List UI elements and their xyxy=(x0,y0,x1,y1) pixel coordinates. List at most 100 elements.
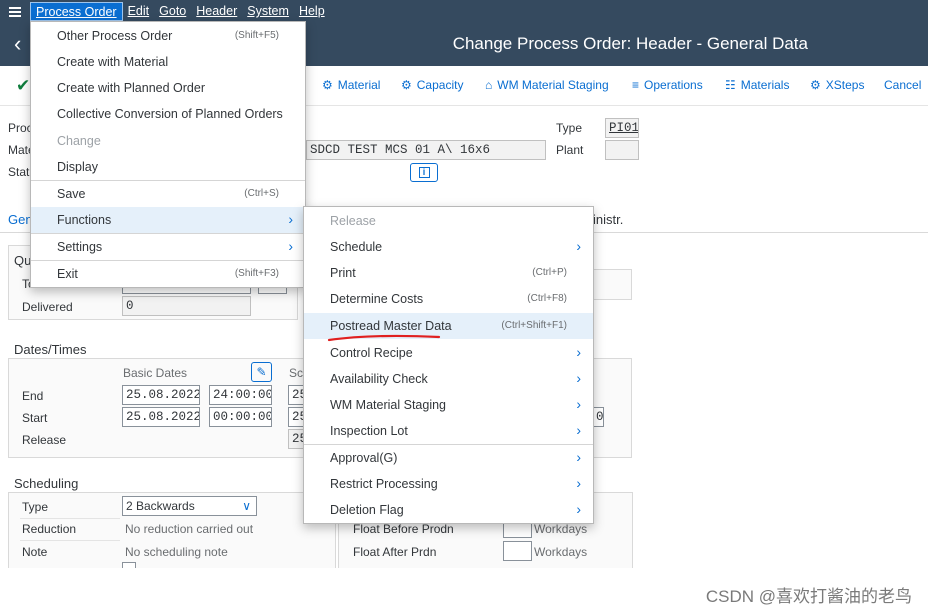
hamburger-menu-icon[interactable] xyxy=(0,0,30,23)
scheduling-type-label: Type xyxy=(22,500,49,514)
menu-help[interactable]: Help xyxy=(294,2,330,21)
menu-item-wm-material-staging[interactable]: WM Material Staging › xyxy=(304,392,593,418)
menu-item-shortcut: (Shift+F5) xyxy=(234,30,279,41)
end-date-field[interactable]: 25.08.2022 xyxy=(122,385,200,405)
float-before-workdays: Workdays xyxy=(534,522,588,536)
menu-item-inspection-lot[interactable]: Inspection Lot › xyxy=(304,418,593,444)
menu-item-label: Release xyxy=(330,214,376,228)
menu-item-approval[interactable]: Approval(G) › xyxy=(304,445,593,471)
plant-label: Plant xyxy=(556,143,584,157)
process-order-label: Proc xyxy=(8,121,33,135)
material-button[interactable]: ⚙ Material xyxy=(322,78,380,92)
menu-goto[interactable]: Goto xyxy=(154,2,191,21)
scheduling-row-divider-2 xyxy=(20,540,120,541)
chevron-right-icon: › xyxy=(576,475,581,491)
wm-staging-button-label: WM Material Staging xyxy=(497,78,609,92)
materials-button-label: Materials xyxy=(740,78,790,92)
order-type-field: PI01 xyxy=(605,118,639,138)
chevron-right-icon: › xyxy=(576,501,581,517)
delivered-field: 0 xyxy=(122,296,251,316)
menu-item-shortcut: (Ctrl+F8) xyxy=(527,293,567,304)
wm-staging-icon: ⌂ xyxy=(485,78,493,92)
capacity-icon: ⚙ xyxy=(401,78,412,92)
scheduling-row-divider xyxy=(20,518,120,519)
materials-button[interactable]: ☷ Materials xyxy=(725,78,789,92)
red-underline-annotation xyxy=(327,334,441,342)
float-after-workdays: Workdays xyxy=(534,545,588,559)
menu-item-display[interactable]: Display xyxy=(31,154,305,180)
start-date-field[interactable]: 25.08.2022 xyxy=(122,407,200,427)
menu-item-label: Control Recipe xyxy=(330,346,413,360)
cancel-button-label: Cancel xyxy=(884,78,922,92)
chevron-right-icon: › xyxy=(576,396,581,412)
menu-item-determine-costs[interactable]: Determine Costs (Ctrl+F8) xyxy=(304,286,593,312)
menu-item-label: Availability Check xyxy=(330,372,428,386)
material-description-field: SDCD TEST MCS 01 A\ 16x6 xyxy=(306,140,546,160)
menu-item-deletion-flag[interactable]: Deletion Flag › xyxy=(304,497,593,523)
capacity-button[interactable]: ⚙ Capacity xyxy=(401,78,463,92)
menu-item-save[interactable]: Save (Ctrl+S) xyxy=(31,181,305,207)
page-title: Change Process Order: Header - General D… xyxy=(452,34,808,53)
menu-item-label: Approval(G) xyxy=(330,451,398,465)
menu-item-create-with-planned-order[interactable]: Create with Planned Order xyxy=(31,75,305,101)
scheduling-type-select[interactable]: 2 Backwards ∨ xyxy=(122,496,257,516)
material-icon: ⚙ xyxy=(322,78,333,92)
menu-item-create-with-material[interactable]: Create with Material xyxy=(31,49,305,75)
menu-item-schedule[interactable]: Schedule › xyxy=(304,234,593,260)
reduction-value: No reduction carried out xyxy=(125,522,254,536)
menu-item-collective-conversion[interactable]: Collective Conversion of Planned Orders xyxy=(31,101,305,127)
menu-system[interactable]: System xyxy=(242,2,294,21)
menu-item-label: Create with Planned Order xyxy=(57,81,205,95)
menu-item-label: Display xyxy=(57,160,98,174)
cancel-button[interactable]: Cancel xyxy=(884,78,921,92)
menu-item-restrict-processing[interactable]: Restrict Processing › xyxy=(304,471,593,497)
menu-item-label: Exit xyxy=(57,267,78,281)
start-label: Start xyxy=(22,411,48,425)
process-order-menu: Other Process Order (Shift+F5) Create wi… xyxy=(30,21,306,288)
chevron-down-icon: ∨ xyxy=(242,499,251,513)
right-quantities-group xyxy=(592,269,632,300)
edit-dates-button[interactable]: ✎ xyxy=(251,362,272,382)
quantities-section-title: Qu xyxy=(14,253,32,268)
start-time-field[interactable]: 00:00:00 xyxy=(209,407,272,427)
menu-item-other-process-order[interactable]: Other Process Order (Shift+F5) xyxy=(31,23,305,49)
tab-administration[interactable]: inistr. xyxy=(593,212,623,227)
end-label: End xyxy=(22,389,44,403)
plant-field xyxy=(605,140,639,160)
xsteps-button[interactable]: ⚙ XSteps xyxy=(810,78,864,92)
menu-item-exit[interactable]: Exit (Shift+F3) xyxy=(31,261,305,287)
menu-item-settings[interactable]: Settings › xyxy=(31,234,305,260)
status-label: Stat xyxy=(8,165,30,179)
chevron-right-icon: › xyxy=(576,344,581,360)
menu-item-shortcut: (Ctrl+P) xyxy=(532,267,567,278)
end-time-field[interactable]: 24:00:00 xyxy=(209,385,272,405)
menu-item-label: Change xyxy=(57,134,101,148)
details-info-icon: i xyxy=(418,167,430,178)
tab-general-data[interactable]: Gen xyxy=(8,212,33,227)
float-after-prodn-field[interactable] xyxy=(503,541,532,561)
menu-item-print[interactable]: Print (Ctrl+P) xyxy=(304,260,593,286)
menu-item-label: Postread Master Data xyxy=(330,319,452,333)
checkmark-icon[interactable]: ✔ xyxy=(16,76,30,96)
delivered-label: Delivered xyxy=(22,300,73,314)
menu-process-order[interactable]: Process Order xyxy=(30,2,123,21)
header-details-button[interactable]: i xyxy=(410,163,438,182)
basic-dates-header: Basic Dates xyxy=(123,366,188,380)
materials-icon: ☷ xyxy=(725,78,736,92)
menu-edit[interactable]: Edit xyxy=(123,2,155,21)
menu-item-label: Deletion Flag xyxy=(330,503,404,517)
watermark-text: CSDN @喜欢打酱油的老鸟 xyxy=(705,587,912,606)
menu-item-label: Functions xyxy=(57,213,112,227)
reduction-label: Reduction xyxy=(22,522,77,536)
menu-item-availability-check[interactable]: Availability Check › xyxy=(304,366,593,392)
dates-times-section-title: Dates/Times xyxy=(14,342,87,357)
operations-button[interactable]: ≡ Operations xyxy=(632,78,703,92)
menu-item-functions[interactable]: Functions › xyxy=(31,207,305,233)
wm-material-staging-button[interactable]: ⌂ WM Material Staging xyxy=(485,78,609,92)
xsteps-icon: ⚙ xyxy=(810,78,821,92)
menu-header[interactable]: Header xyxy=(191,2,242,21)
note-label: Note xyxy=(22,545,48,559)
menu-item-label: Settings xyxy=(57,240,103,254)
chevron-right-icon: › xyxy=(288,211,293,227)
functions-submenu: Release Schedule › Print (Ctrl+P) Determ… xyxy=(303,206,594,524)
